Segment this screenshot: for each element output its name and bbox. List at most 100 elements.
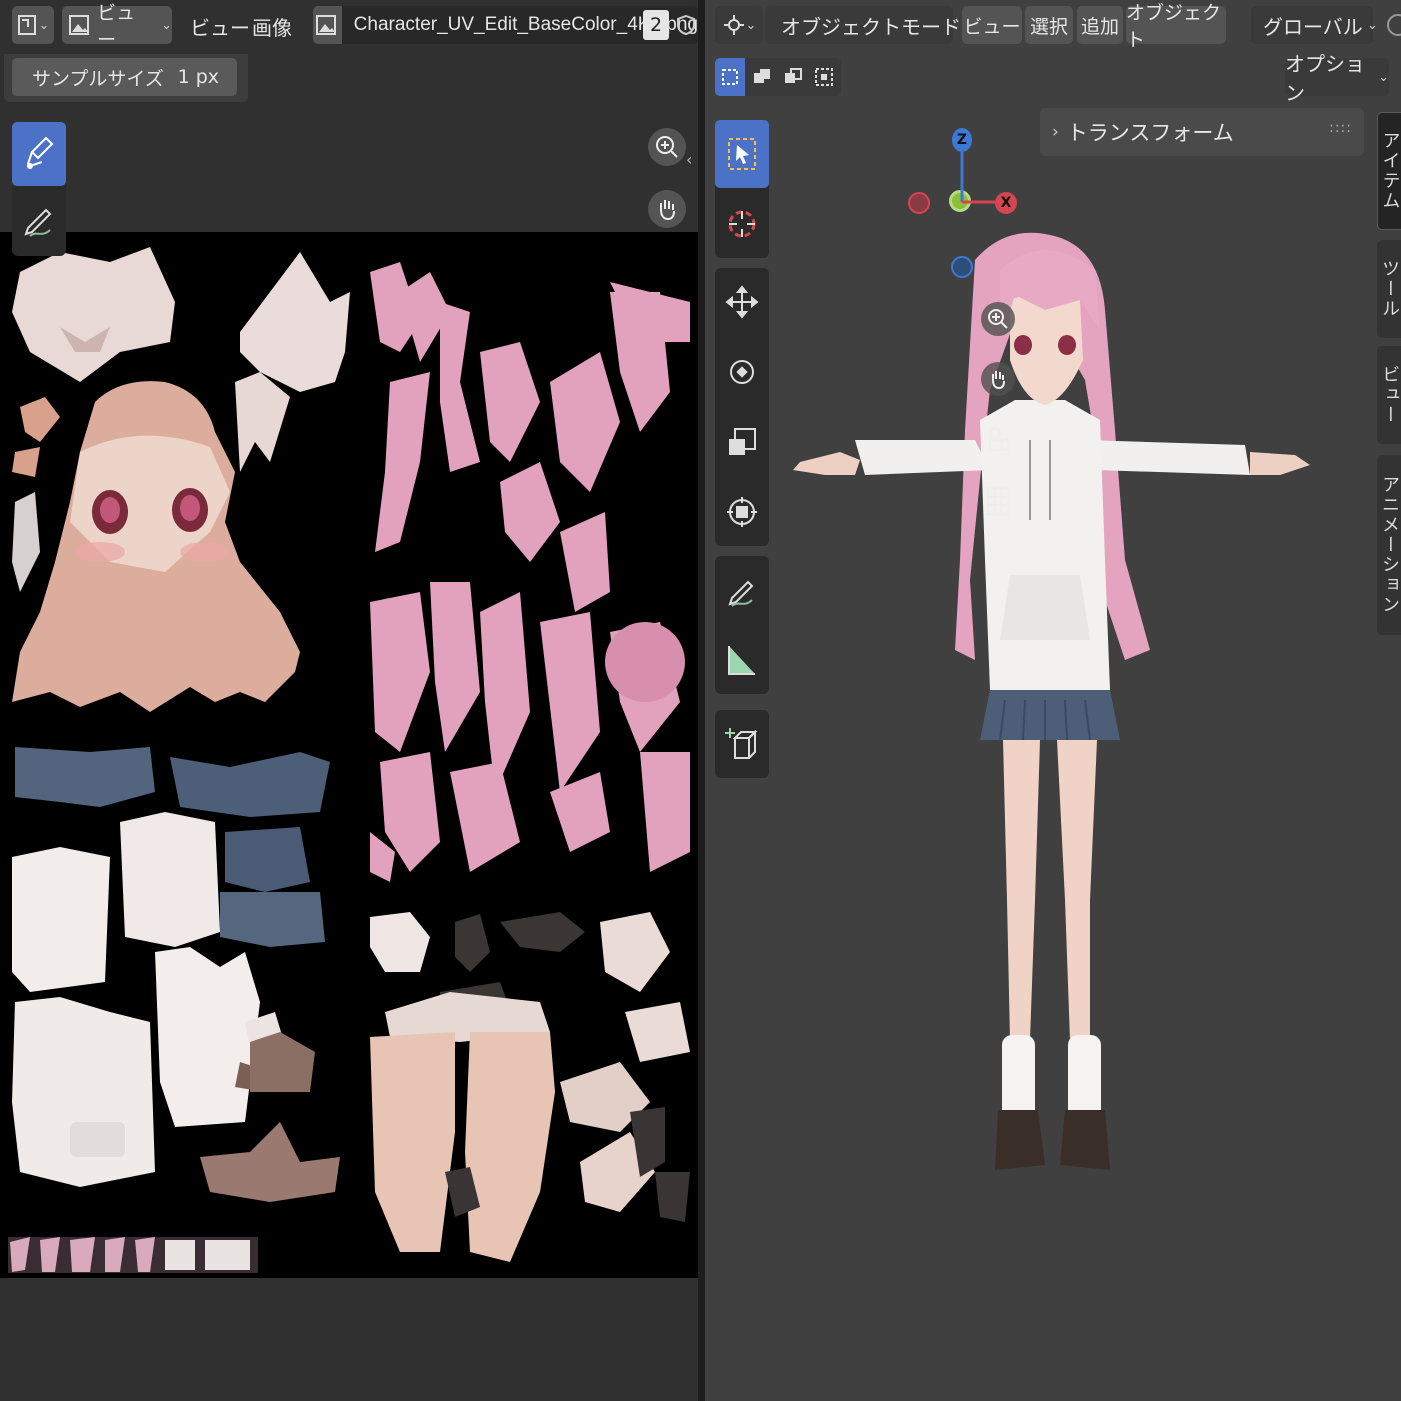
- select-subtract-icon: [785, 68, 802, 83]
- hand-pan-icon: [660, 200, 675, 221]
- pan-view-button[interactable]: [648, 190, 686, 228]
- sample-size-field[interactable]: サンプルサイズ 1 px: [12, 58, 237, 96]
- select-extend-icon: [754, 69, 770, 83]
- 3d-viewport-icon: [723, 15, 744, 35]
- 3d-cursor-icon: [728, 210, 756, 238]
- eyedropper-icon: [26, 136, 54, 169]
- sample-size-value: 1 px: [177, 66, 219, 88]
- tab-view[interactable]: ビュー: [1377, 346, 1401, 444]
- viewport-view-menu[interactable]: ビュー: [962, 6, 1022, 44]
- viewport-zoom-button[interactable]: [981, 302, 1015, 336]
- select-intersect-button[interactable]: [809, 58, 839, 96]
- image-browse-button[interactable]: [313, 6, 342, 44]
- hand-pan-icon: [992, 371, 1005, 390]
- image-editor-icon: [17, 15, 36, 35]
- view-mode-dropdown[interactable]: ビュー ⌄: [62, 2, 172, 51]
- measure-tool[interactable]: [715, 626, 769, 694]
- fake-user-shield-icon[interactable]: [675, 14, 697, 36]
- scale-icon: [729, 428, 756, 455]
- sample-size-label: サンプルサイズ: [32, 67, 164, 90]
- chevron-down-icon: ⌄: [745, 17, 757, 33]
- chevron-down-icon: ⌄: [161, 17, 172, 33]
- transform-orientation-label: グローバル: [1263, 14, 1363, 39]
- tab-animation[interactable]: アニメーション: [1377, 455, 1401, 635]
- viewport-add-menu[interactable]: 追加: [1077, 6, 1123, 44]
- pivot-point-icon[interactable]: [1387, 14, 1401, 36]
- transform-panel-header[interactable]: › トランスフォーム ::::: [1040, 108, 1364, 156]
- selection-mode-group: [715, 58, 841, 96]
- view-mode-label: ビュー: [97, 2, 136, 51]
- gizmo-axis-lines: [960, 150, 997, 204]
- ortho-toggle-button[interactable]: [981, 484, 1015, 518]
- drag-handle-icon[interactable]: ::::: [1329, 120, 1352, 136]
- interaction-mode-label: オブジェクトモード: [781, 14, 961, 39]
- select-box-tool[interactable]: [715, 120, 769, 188]
- image-datablock-field[interactable]: Character_UV_Edit_BaseColor_4K2.png 2: [313, 6, 698, 44]
- annotate-pencil-icon: [728, 580, 754, 607]
- viewport-select-menu[interactable]: 選択: [1025, 6, 1073, 44]
- camera-view-button[interactable]: [981, 424, 1015, 458]
- image-editor-header: ⌄ ビュー ⌄ ビュー 画像 Character_UV_Edit_BaseCol…: [0, 0, 698, 52]
- transform-tool[interactable]: [715, 478, 769, 546]
- viewport-toolbar-transform-group: [715, 268, 769, 546]
- image-icon: [316, 15, 337, 35]
- ruler-measure-icon: [728, 646, 755, 675]
- view-menu[interactable]: ビュー: [190, 12, 250, 41]
- rotate-icon: [730, 360, 754, 384]
- move-arrows-icon: [725, 285, 759, 319]
- sample-tool-button[interactable]: [12, 122, 66, 186]
- move-tool[interactable]: [715, 268, 769, 336]
- annotate-tool-button[interactable]: [12, 188, 66, 252]
- select-new-button[interactable]: [715, 58, 745, 96]
- image-icon: [69, 15, 89, 35]
- viewport-pan-button[interactable]: [981, 362, 1015, 396]
- interaction-mode-dropdown[interactable]: オブジェクトモード ⌄: [765, 6, 978, 44]
- transform-panel-title: トランスフォーム: [1066, 121, 1234, 145]
- annotate-tool[interactable]: [715, 556, 769, 624]
- zoom-in-icon: [656, 136, 678, 158]
- select-subtract-button[interactable]: [778, 58, 808, 96]
- cursor-tool[interactable]: [715, 190, 769, 258]
- 3d-viewport-area: ⌄ オブジェクトモード ⌄ ビュー 選択 追加 オブジェクト グローバル ⌄: [705, 0, 1401, 1401]
- uv-texture-canvas[interactable]: [0, 232, 698, 1278]
- viewport-toolbar-add-group: [715, 710, 769, 778]
- zoom-in-icon: [988, 309, 1008, 329]
- annotate-pencil-icon: [24, 208, 52, 237]
- chevron-down-icon: ⌄: [1366, 17, 1378, 33]
- tab-tool[interactable]: ツール: [1377, 240, 1401, 338]
- viewport-object-menu[interactable]: オブジェクト: [1126, 2, 1226, 51]
- area-divider[interactable]: [698, 0, 705, 1401]
- 3d-viewport-canvas[interactable]: [705, 0, 1401, 1401]
- viewport-toolbar-select-group: [715, 120, 769, 258]
- image-editor-toolbar: [12, 122, 66, 256]
- editor-type-button[interactable]: ⌄: [12, 6, 54, 44]
- scale-tool[interactable]: [715, 408, 769, 476]
- select-extend-button[interactable]: [747, 58, 777, 96]
- viewport-toolbar-annotate-group: [715, 556, 769, 694]
- user-count-badge[interactable]: 2: [643, 10, 669, 40]
- transform-orientation-dropdown[interactable]: グローバル ⌄: [1251, 6, 1378, 44]
- options-label: オプション: [1285, 52, 1365, 105]
- options-dropdown[interactable]: オプション ⌄: [1285, 52, 1389, 105]
- add-cube-tool[interactable]: [715, 710, 769, 778]
- select-new-icon: [722, 69, 738, 85]
- sidebar-toggle-arrow[interactable]: ‹: [686, 150, 692, 169]
- chevron-down-icon: ⌄: [38, 17, 50, 33]
- zoom-view-button[interactable]: [648, 128, 686, 166]
- image-editor-area: ⌄ ビュー ⌄ ビュー 画像 Character_UV_Edit_BaseCol…: [0, 0, 698, 1401]
- chevron-right-icon: ›: [1052, 122, 1059, 142]
- image-menu[interactable]: 画像: [252, 12, 292, 41]
- uv-texture-image: [8, 247, 690, 1273]
- character-model-render: [793, 232, 1310, 1170]
- tab-item[interactable]: アイテム: [1377, 112, 1401, 230]
- chevron-down-icon: ⌄: [1378, 69, 1389, 85]
- select-intersect-icon: [815, 68, 833, 86]
- viewport-header: ⌄ オブジェクトモード ⌄ ビュー 選択 追加 オブジェクト グローバル ⌄: [705, 0, 1401, 52]
- add-cube-icon: [725, 728, 758, 759]
- rotate-tool[interactable]: [715, 338, 769, 406]
- grid-icon: [987, 487, 1009, 515]
- transform-icon: [727, 497, 757, 527]
- camera-icon: [989, 427, 1009, 453]
- select-box-cursor-icon: [728, 138, 756, 170]
- editor-type-3d-button[interactable]: ⌄: [715, 6, 763, 44]
